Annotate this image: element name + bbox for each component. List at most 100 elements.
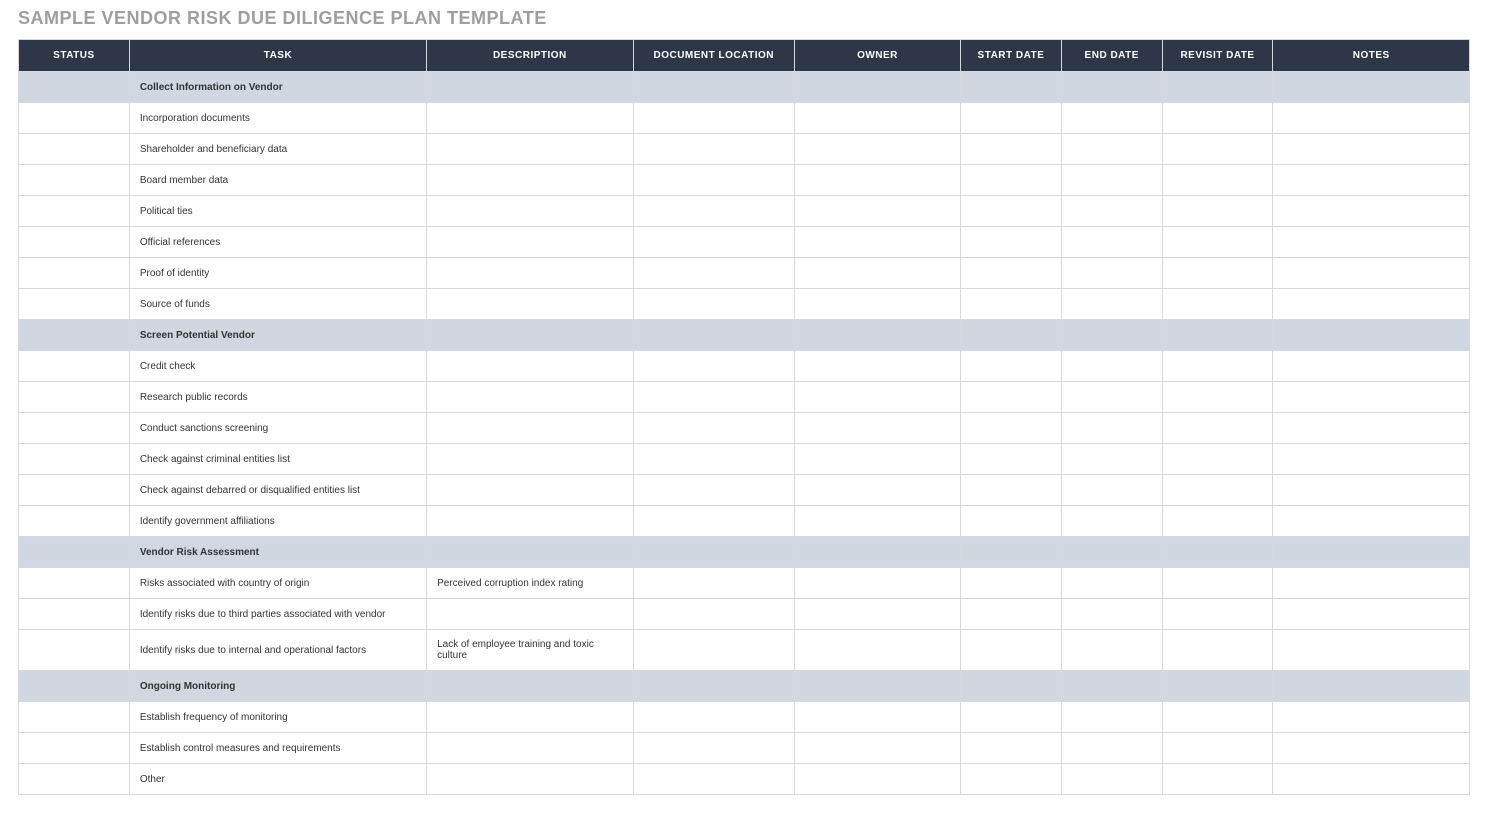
- cell-owner: [794, 103, 960, 134]
- cell-start: [961, 702, 1062, 733]
- cell-revisit: [1162, 72, 1273, 103]
- cell-task: Official references: [129, 227, 426, 258]
- cell-description: [427, 599, 634, 630]
- cell-status: [19, 258, 130, 289]
- cell-start: [961, 671, 1062, 702]
- table-row: Establish frequency of monitoring: [19, 702, 1470, 733]
- cell-location: [633, 227, 794, 258]
- cell-status: [19, 196, 130, 227]
- cell-owner: [794, 351, 960, 382]
- cell-revisit: [1162, 258, 1273, 289]
- cell-start: [961, 537, 1062, 568]
- cell-start: [961, 103, 1062, 134]
- cell-description: [427, 506, 634, 537]
- table-row: Source of funds: [19, 289, 1470, 320]
- cell-owner: [794, 258, 960, 289]
- cell-start: [961, 351, 1062, 382]
- cell-revisit: [1162, 413, 1273, 444]
- cell-revisit: [1162, 568, 1273, 599]
- cell-owner: [794, 671, 960, 702]
- cell-owner: [794, 320, 960, 351]
- section-row: Ongoing Monitoring: [19, 671, 1470, 702]
- cell-notes: [1273, 289, 1470, 320]
- cell-description: [427, 475, 634, 506]
- cell-owner: [794, 413, 960, 444]
- cell-revisit: [1162, 351, 1273, 382]
- table-row: Political ties: [19, 196, 1470, 227]
- cell-status: [19, 103, 130, 134]
- cell-description: [427, 671, 634, 702]
- cell-notes: [1273, 733, 1470, 764]
- cell-location: [633, 320, 794, 351]
- cell-revisit: [1162, 444, 1273, 475]
- cell-description: [427, 134, 634, 165]
- cell-revisit: [1162, 733, 1273, 764]
- cell-end: [1061, 413, 1162, 444]
- cell-notes: [1273, 537, 1470, 568]
- cell-status: [19, 702, 130, 733]
- cell-location: [633, 134, 794, 165]
- cell-start: [961, 196, 1062, 227]
- cell-description: [427, 444, 634, 475]
- cell-end: [1061, 475, 1162, 506]
- table-row: Board member data: [19, 165, 1470, 196]
- table-row: Identify risks due to third parties asso…: [19, 599, 1470, 630]
- cell-owner: [794, 568, 960, 599]
- cell-end: [1061, 351, 1162, 382]
- cell-start: [961, 134, 1062, 165]
- cell-task: Ongoing Monitoring: [129, 671, 426, 702]
- cell-owner: [794, 630, 960, 671]
- cell-task: Board member data: [129, 165, 426, 196]
- cell-status: [19, 320, 130, 351]
- cell-task: Conduct sanctions screening: [129, 413, 426, 444]
- cell-start: [961, 72, 1062, 103]
- cell-status: [19, 671, 130, 702]
- cell-revisit: [1162, 227, 1273, 258]
- cell-location: [633, 671, 794, 702]
- cell-end: [1061, 630, 1162, 671]
- cell-start: [961, 258, 1062, 289]
- cell-end: [1061, 537, 1162, 568]
- cell-start: [961, 227, 1062, 258]
- cell-notes: [1273, 568, 1470, 599]
- table-row: Credit check: [19, 351, 1470, 382]
- cell-end: [1061, 599, 1162, 630]
- table-row: Official references: [19, 227, 1470, 258]
- cell-description: Perceived corruption index rating: [427, 568, 634, 599]
- cell-task: Shareholder and beneficiary data: [129, 134, 426, 165]
- cell-notes: [1273, 258, 1470, 289]
- cell-start: [961, 733, 1062, 764]
- cell-task: Check against criminal entities list: [129, 444, 426, 475]
- cell-status: [19, 537, 130, 568]
- cell-status: [19, 630, 130, 671]
- cell-start: [961, 630, 1062, 671]
- cell-status: [19, 134, 130, 165]
- table-row: Check against debarred or disqualified e…: [19, 475, 1470, 506]
- cell-task: Credit check: [129, 351, 426, 382]
- col-notes: NOTES: [1273, 40, 1470, 72]
- cell-start: [961, 289, 1062, 320]
- cell-end: [1061, 103, 1162, 134]
- col-status: STATUS: [19, 40, 130, 72]
- table-row: Check against criminal entities list: [19, 444, 1470, 475]
- cell-location: [633, 599, 794, 630]
- cell-location: [633, 103, 794, 134]
- section-row: Collect Information on Vendor: [19, 72, 1470, 103]
- cell-status: [19, 227, 130, 258]
- cell-task: Other: [129, 764, 426, 795]
- cell-start: [961, 413, 1062, 444]
- cell-start: [961, 475, 1062, 506]
- cell-description: [427, 227, 634, 258]
- cell-status: [19, 289, 130, 320]
- cell-task: Risks associated with country of origin: [129, 568, 426, 599]
- cell-revisit: [1162, 475, 1273, 506]
- cell-task: Political ties: [129, 196, 426, 227]
- cell-location: [633, 475, 794, 506]
- cell-description: [427, 103, 634, 134]
- cell-end: [1061, 72, 1162, 103]
- cell-start: [961, 506, 1062, 537]
- cell-end: [1061, 289, 1162, 320]
- col-owner: OWNER: [794, 40, 960, 72]
- cell-location: [633, 351, 794, 382]
- cell-location: [633, 764, 794, 795]
